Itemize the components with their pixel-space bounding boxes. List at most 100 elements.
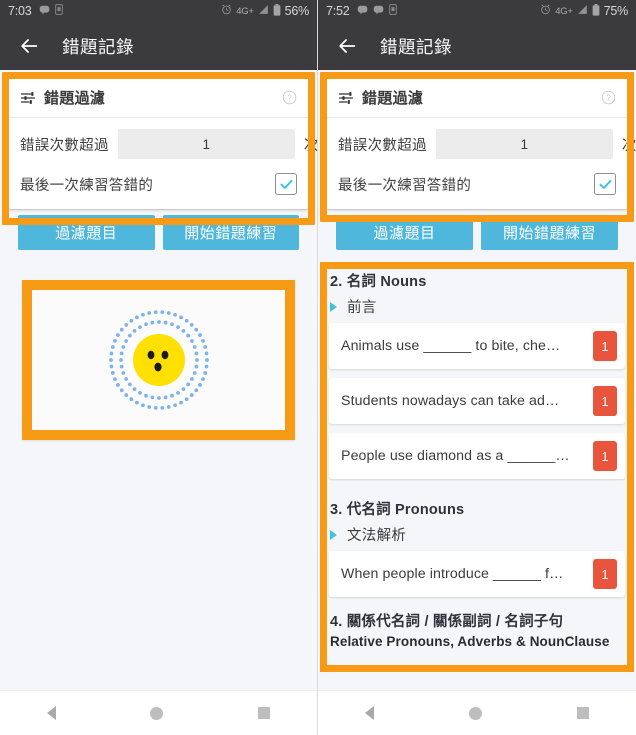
- message-icon: [357, 4, 368, 18]
- section-subheading-row[interactable]: 文法解析: [327, 521, 627, 551]
- page-title: 錯題記錄: [380, 36, 452, 57]
- question-text: Students nowadays can take ad…: [341, 393, 560, 409]
- svg-text:?: ?: [606, 94, 611, 103]
- error-count-badge: 1: [593, 559, 617, 589]
- question-text: When people introduce ______ f…: [341, 566, 564, 582]
- last-practice-wrong-label: 最後一次練習答錯的: [20, 177, 154, 194]
- phone-screen-left: 7:03 4G+ 56% 錯題記錄 錯題過濾 ? 錯誤次數超過 1 最後一次練習…: [0, 0, 318, 735]
- question-list-item[interactable]: When people introduce ______ f… 1: [329, 551, 625, 597]
- help-circle-icon[interactable]: ?: [601, 90, 616, 105]
- nav-home-icon[interactable]: [468, 706, 482, 720]
- network-type-label: 4G+: [236, 5, 254, 17]
- last-practice-wrong-checkbox[interactable]: [594, 173, 616, 195]
- phone-screen-right: 7:52 4G+ 75% 錯題記錄 錯題過濾 ? 錯誤次數超過 1 次 最後一次…: [318, 0, 636, 735]
- nav-home-icon[interactable]: [150, 706, 164, 720]
- section-subheading: 文法解析: [347, 528, 407, 544]
- section-subheading: 前言: [347, 300, 377, 316]
- error-count-badge: 1: [593, 331, 617, 361]
- error-count-suffix: 次以上: [304, 134, 317, 155]
- svg-text:?: ?: [287, 94, 292, 103]
- back-arrow-icon[interactable]: [14, 31, 44, 61]
- status-clock: 7:03: [8, 4, 32, 18]
- empty-state-wrapper: [22, 280, 295, 440]
- face-circle: [132, 334, 185, 386]
- app-bar: 錯題記錄: [0, 22, 317, 70]
- section-heading: 3. 代名詞 Pronouns: [330, 502, 465, 518]
- start-practice-button[interactable]: 開始錯題練習: [481, 215, 618, 250]
- error-filter-card: 錯題過濾 ? 錯誤次數超過 次以上 最後一次練習答錯的: [326, 76, 636, 209]
- network-type-label: 4G+: [555, 5, 573, 17]
- error-count-input[interactable]: [117, 129, 295, 159]
- question-section: 2. 名詞 Nouns 前言 Animals use ______ to bit…: [327, 260, 627, 479]
- section-subheading-row[interactable]: 前言: [327, 293, 627, 323]
- section-heading: 2. 名詞 Nouns: [330, 274, 427, 290]
- expand-triangle-icon: [330, 301, 337, 312]
- sim-card-icon: [54, 4, 63, 18]
- page-title: 錯題記錄: [62, 36, 134, 57]
- empty-state-box: [22, 280, 295, 440]
- expand-triangle-icon: [330, 529, 337, 540]
- filter-card-header: 錯題過濾 ?: [8, 76, 309, 118]
- error-count-badge: 1: [593, 441, 617, 471]
- section-heading-english: Relative Pronouns, Adverbs & NounClause: [330, 634, 610, 649]
- nav-recents-icon[interactable]: [257, 707, 270, 719]
- battery-icon: [592, 3, 600, 19]
- screen-content: 錯題過濾 ? 錯誤次數超過 次以上 最後一次練習答錯的: [0, 70, 317, 690]
- dual-screenshot-container: 7:03 4G+ 56% 錯題記錄 錯題過濾 ? 錯誤次數超過 1 最後一次練習…: [0, 0, 636, 735]
- error-filter-card: 錯題過濾 ? 錯誤次數超過 次以上 最後一次練習答錯的: [8, 76, 317, 209]
- question-list-wrapper: 2. 名詞 Nouns 前言 Animals use ______ to bit…: [318, 260, 636, 672]
- status-right-icons: 4G+ 56%: [221, 3, 310, 19]
- tune-filter-icon: [20, 90, 36, 106]
- message-icon: [373, 4, 384, 18]
- question-text: People use diamond as a ______…: [341, 448, 570, 464]
- last-practice-wrong-label: 最後一次練習答錯的: [338, 177, 472, 194]
- nav-back-icon[interactable]: [47, 706, 57, 720]
- last-practice-wrong-row[interactable]: 最後一次練習答錯的: [8, 163, 309, 201]
- start-practice-button[interactable]: 開始錯題練習: [162, 215, 299, 250]
- filter-card-wrapper: 錯題過濾 ? 錯誤次數超過 次以上 最後一次練習答錯的: [0, 70, 317, 260]
- filter-card-title: 錯題過濾: [44, 90, 106, 107]
- filter-card-title: 錯題過濾: [362, 90, 424, 107]
- error-count-row: 錯誤次數超過 次以上: [8, 118, 317, 163]
- filter-card-wrapper: 錯題過濾 ? 錯誤次數超過 次以上 最後一次練習答錯的: [318, 70, 636, 260]
- surprised-face-emoji: [108, 310, 209, 410]
- question-list: 2. 名詞 Nouns 前言 Animals use ______ to bit…: [318, 260, 636, 649]
- filter-questions-button[interactable]: 過濾題目: [18, 215, 155, 250]
- alarm-icon: [540, 4, 551, 18]
- last-practice-wrong-checkbox[interactable]: [275, 173, 297, 195]
- question-list-item[interactable]: People use diamond as a ______… 1: [329, 433, 625, 479]
- signal-icon: [577, 4, 588, 18]
- mouth: [153, 362, 162, 372]
- back-arrow-icon[interactable]: [332, 31, 362, 61]
- android-nav-bar: [318, 690, 636, 735]
- error-count-label: 錯誤次數超過: [338, 137, 427, 154]
- filter-questions-button[interactable]: 過濾題目: [336, 215, 473, 250]
- error-count-badge: 1: [593, 386, 617, 416]
- nav-recents-icon[interactable]: [576, 707, 589, 719]
- error-count-row: 錯誤次數超過 次以上: [326, 118, 636, 163]
- battery-icon: [273, 3, 281, 19]
- status-right-icons: 4G+ 75%: [540, 3, 628, 19]
- filter-card-header: 錯題過濾 ?: [326, 76, 628, 118]
- status-left-icons: [39, 4, 63, 18]
- error-count-input[interactable]: [435, 129, 613, 159]
- filter-action-buttons: 過濾題目 開始錯題練習: [326, 209, 628, 260]
- right-eye: [161, 350, 168, 360]
- help-circle-icon[interactable]: ?: [282, 90, 297, 105]
- sim-card-icon: [388, 4, 397, 18]
- last-practice-wrong-row[interactable]: 最後一次練習答錯的: [326, 163, 628, 201]
- message-icon: [39, 4, 50, 18]
- status-bar: 7:52 4G+ 75%: [318, 0, 636, 22]
- question-section: 3. 代名詞 Pronouns 文法解析 When people introdu…: [327, 488, 627, 597]
- question-list-item[interactable]: Animals use ______ to bite, che… 1: [329, 323, 625, 369]
- nav-back-icon[interactable]: [365, 706, 375, 720]
- battery-percent: 56%: [284, 4, 310, 18]
- alarm-icon: [221, 4, 232, 18]
- filter-action-buttons: 過濾題目 開始錯題練習: [8, 209, 309, 260]
- section-heading: 4. 關係代名詞 / 關係副詞 / 名詞子句: [330, 614, 564, 630]
- question-list-item[interactable]: Students nowadays can take ad… 1: [329, 378, 625, 424]
- signal-icon: [258, 4, 269, 18]
- question-text: Animals use ______ to bite, che…: [341, 338, 561, 354]
- app-bar: 錯題記錄: [318, 22, 636, 70]
- status-left-icons: [357, 4, 397, 18]
